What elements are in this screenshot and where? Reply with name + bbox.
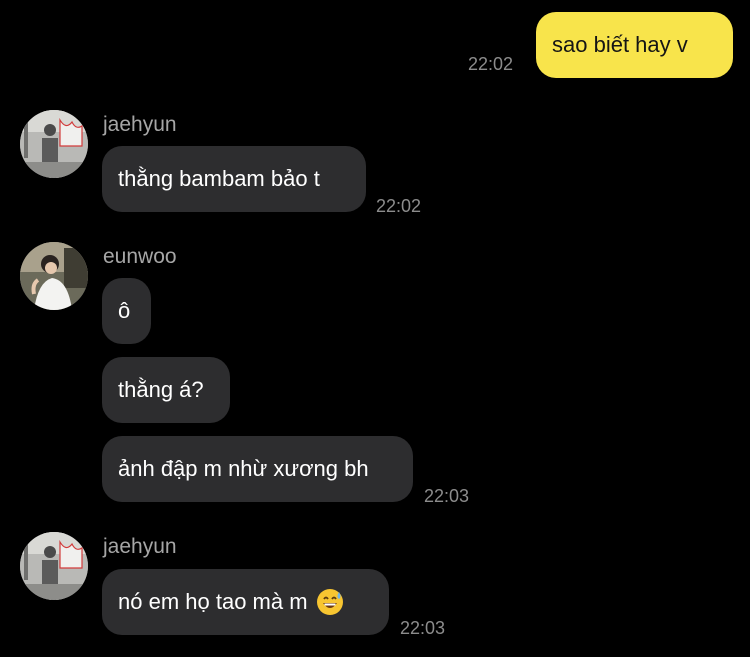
- avatar-jaehyun[interactable]: [20, 110, 88, 178]
- incoming-message-bubble[interactable]: ô: [102, 278, 151, 344]
- message-text: thằng bambam bảo t: [118, 166, 320, 191]
- incoming-message-bubble[interactable]: thằng á?: [102, 357, 230, 423]
- sender-name: jaehyun: [103, 535, 177, 558]
- message-timestamp: 22:02: [376, 196, 422, 216]
- message-timestamp: 22:03: [424, 486, 470, 506]
- message-text: ô: [118, 298, 131, 323]
- avatar-jaehyun[interactable]: [20, 532, 88, 600]
- grinning-face-with-sweat-icon: [316, 588, 344, 616]
- message-timestamp: 22:03: [400, 618, 446, 638]
- message-text: ảnh đập m nhừ xương bh: [118, 456, 369, 481]
- message-text: nó em họ tao mà m: [118, 589, 308, 614]
- avatar-eunwoo[interactable]: [20, 242, 88, 310]
- sender-name: eunwoo: [103, 245, 177, 268]
- message-text: sao biết hay v: [552, 32, 688, 57]
- message-text: thằng á?: [118, 377, 204, 402]
- sender-name: jaehyun: [103, 113, 177, 136]
- incoming-message-bubble[interactable]: ảnh đập m nhừ xương bh: [102, 436, 413, 502]
- incoming-message-bubble[interactable]: nó em họ tao mà m: [102, 569, 389, 635]
- incoming-message-bubble[interactable]: thằng bambam bảo t: [102, 146, 366, 212]
- outgoing-message-bubble[interactable]: sao biết hay v: [536, 12, 733, 78]
- message-timestamp: 22:02: [468, 54, 514, 74]
